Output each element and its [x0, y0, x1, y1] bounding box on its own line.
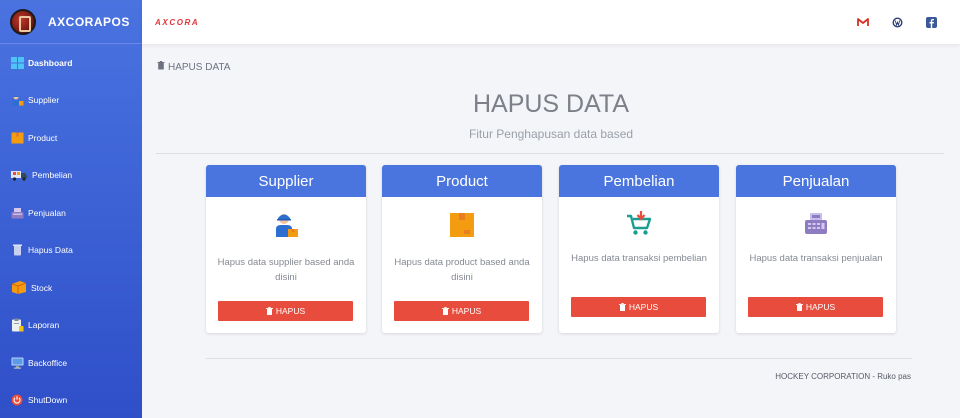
sidebar-nav: Dashboard Supplier Product Pembelian Pen…: [0, 44, 142, 418]
box-icon: [11, 132, 24, 144]
sidebar-item-pembelian[interactable]: Pembelian: [0, 157, 142, 195]
sidebar-item-label: Pembelian: [32, 170, 73, 181]
footer-text: HOCKEY CORPORATION - Ruko pas: [775, 372, 911, 381]
card-penjualan: Penjualan Hapus data transaksi penjualan…: [736, 165, 896, 333]
trash-icon: [265, 307, 273, 315]
sidebar-item-product[interactable]: Product: [0, 119, 142, 157]
supplier-icon: [272, 211, 300, 239]
card-title: Supplier: [206, 165, 366, 197]
power-icon: [11, 394, 24, 406]
card-title: Product: [382, 165, 542, 197]
trash-icon: [618, 303, 626, 311]
sidebar-item-hapus-data[interactable]: Hapus Data: [0, 232, 142, 270]
card-description: Hapus data transaksi pembelian: [571, 253, 707, 264]
brand-name: AXCORAPOS: [48, 14, 130, 29]
sidebar-item-penjualan[interactable]: Penjualan: [0, 194, 142, 232]
button-label: HAPUS: [451, 306, 482, 316]
breadcrumb: HAPUS DATA: [157, 61, 230, 73]
sidebar-item-shutdown[interactable]: ShutDown: [0, 382, 142, 418]
wordpress-icon[interactable]: [891, 16, 903, 28]
sidebar-item-label: Backoffice: [28, 357, 68, 368]
trash-icon: [11, 244, 24, 256]
truck-icon: [11, 169, 28, 181]
hapus-pembelian-button[interactable]: HAPUS: [571, 297, 706, 317]
sidebar-item-laporan[interactable]: Laporan: [0, 307, 142, 345]
cart-icon: [625, 209, 653, 237]
card-product: Product Hapus data product based anda di…: [382, 165, 542, 333]
topbar-logo[interactable]: AXCORA: [155, 18, 199, 27]
stock-box-icon: [11, 280, 27, 295]
sidebar-item-label: Stock: [31, 282, 53, 293]
hapus-supplier-button[interactable]: HAPUS: [218, 301, 353, 321]
gmail-icon[interactable]: [857, 16, 869, 28]
register-icon: [802, 209, 830, 237]
hapus-penjualan-button[interactable]: HAPUS: [748, 297, 883, 317]
topbar-icons: [857, 16, 937, 28]
monitor-icon: [11, 357, 24, 369]
windows-icon: [11, 56, 24, 69]
register-icon: [11, 207, 24, 219]
sidebar-item-label: Dashboard: [28, 57, 73, 68]
card-description: Hapus data product based anda disini: [394, 257, 530, 283]
button-label: HAPUS: [628, 302, 659, 312]
card-pembelian: Pembelian Hapus data transaksi pembelian…: [559, 165, 719, 333]
sidebar-item-stock[interactable]: Stock: [0, 269, 142, 307]
brand[interactable]: AXCORAPOS: [0, 0, 142, 44]
card-supplier: Supplier Hapus data supplier based anda …: [206, 165, 366, 333]
supplier-icon: [11, 94, 24, 107]
main-content: HAPUS DATA HAPUS DATA Fitur Penghapusan …: [142, 44, 960, 418]
button-label: HAPUS: [805, 302, 836, 312]
sidebar-item-label: Laporan: [28, 320, 60, 331]
sidebar-item-label: Hapus Data: [28, 245, 73, 256]
trash-icon: [157, 61, 165, 73]
topbar: AXCORA: [142, 0, 960, 44]
trash-icon: [441, 307, 449, 315]
hapus-product-button[interactable]: HAPUS: [394, 301, 529, 321]
sidebar-item-label: ShutDown: [28, 395, 68, 406]
sidebar-item-label: Product: [28, 132, 58, 143]
clipboard-icon: [11, 318, 24, 332]
card-title: Penjualan: [736, 165, 896, 197]
page-subtitle: Fitur Penghapusan data based: [468, 127, 634, 141]
box-icon: [448, 211, 476, 239]
sidebar-item-label: Supplier: [28, 95, 60, 106]
card-description: Hapus data supplier based anda disini: [217, 257, 355, 283]
card-description: Hapus data transaksi penjualan: [749, 253, 883, 264]
sidebar-item-dashboard[interactable]: Dashboard: [0, 44, 142, 82]
trash-icon: [795, 303, 803, 311]
sidebar-item-supplier[interactable]: Supplier: [0, 82, 142, 120]
card-title: Pembelian: [559, 165, 719, 197]
breadcrumb-label: HAPUS DATA: [168, 61, 231, 73]
button-label: HAPUS: [275, 306, 306, 316]
footer-divider: [206, 358, 912, 359]
brand-logo-icon: [10, 8, 36, 35]
page-title: HAPUS DATA: [472, 90, 630, 118]
divider: [156, 153, 944, 154]
sidebar: AXCORAPOS Dashboard Supplier Product Pem…: [0, 0, 142, 418]
sidebar-item-label: Penjualan: [28, 207, 66, 218]
facebook-icon[interactable]: [925, 16, 937, 28]
sidebar-item-backoffice[interactable]: Backoffice: [0, 344, 142, 382]
